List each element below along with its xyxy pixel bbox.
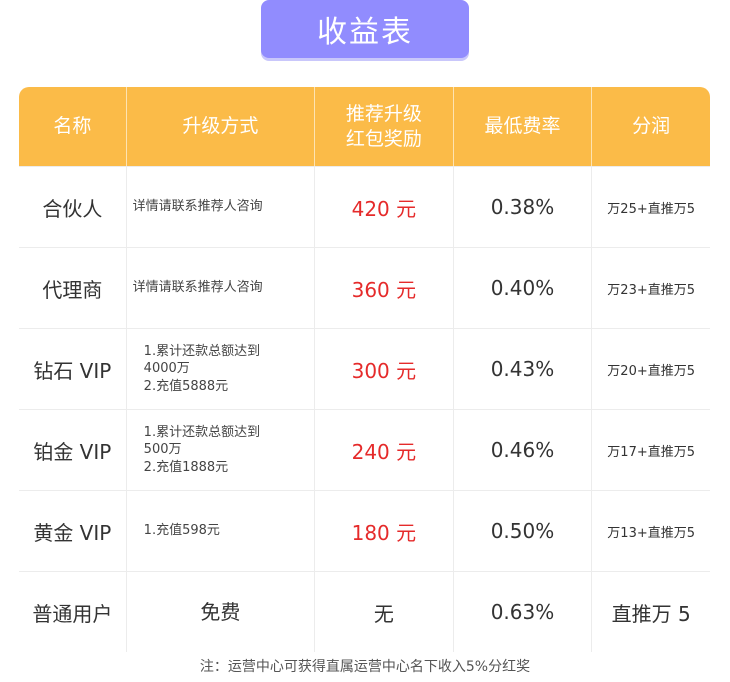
table-header-row: 名称 升级方式 推荐升级 红包奖励 最低费率 分润 <box>19 87 710 166</box>
earnings-table: 名称 升级方式 推荐升级 红包奖励 最低费率 分润 合伙人 详情请联系推荐人咨询 4… <box>19 87 710 652</box>
upgrade-method-lines: 1.累计还款总额达到 500万 2.充值1888元 <box>127 424 314 477</box>
header-name: 名称 <box>19 87 127 166</box>
upgrade-method-line: 1.累计还款总额达到 <box>143 343 261 359</box>
profit-share: 万25+直推万5 <box>592 166 710 247</box>
footnote: 注：运营中心可获得直属运营中心名下收入5%分红奖 <box>199 659 531 675</box>
upgrade-method-line: 2.充值5888元 <box>143 378 229 394</box>
upgrade-method: 免费 <box>126 571 316 652</box>
upgrade-method-line: 1.充值598元 <box>143 523 220 539</box>
tier-name: 黄金 VIP <box>19 490 127 571</box>
upgrade-method-lines: 1.累计还款总额达到 4000万 2.充值5888元 <box>127 343 314 396</box>
upgrade-method-lines: 1.充值598元 <box>127 522 314 540</box>
table-row: 铂金 VIP 1.累计还款总额达到 500万 2.充值1888元 240 元 0.46% 万… <box>19 409 710 490</box>
table-row: 普通用户 免费 无 0.63% 直推万 5 <box>19 571 710 652</box>
upgrade-method-line: 详情请联系推荐人咨询 <box>132 199 263 215</box>
referral-reward: 420 元 <box>315 166 454 247</box>
referral-reward: 180 元 <box>315 490 454 571</box>
upgrade-method: 详情请联系推荐人咨询 <box>126 247 316 328</box>
tier-name: 代理商 <box>19 247 127 328</box>
upgrade-method-lines: 免费 <box>127 599 314 626</box>
header-profit-share: 分润 <box>592 87 710 166</box>
tier-name: 钻石 VIP <box>19 328 127 409</box>
tier-name: 普通用户 <box>19 571 127 652</box>
header-referral-reward-line1: 推荐升级 <box>345 102 422 125</box>
min-rate: 0.40% <box>453 247 593 328</box>
upgrade-method: 详情请联系推荐人咨询 <box>126 166 316 247</box>
referral-reward: 无 <box>315 571 454 652</box>
upgrade-method: 1.累计还款总额达到 500万 2.充值1888元 <box>126 409 316 490</box>
upgrade-method-line: 4000万 <box>143 361 190 377</box>
profit-share: 直推万 5 <box>592 571 710 652</box>
min-rate: 0.38% <box>453 166 593 247</box>
table-row: 钻石 VIP 1.累计还款总额达到 4000万 2.充值5888元 300 元 0.43%… <box>19 328 710 409</box>
upgrade-method: 1.充值598元 <box>126 490 316 571</box>
profit-share: 万13+直推万5 <box>592 490 710 571</box>
profit-share: 万23+直推万5 <box>592 247 710 328</box>
min-rate: 0.46% <box>453 409 593 490</box>
upgrade-method-line: 详情请联系推荐人咨询 <box>132 280 263 296</box>
min-rate: 0.50% <box>453 490 593 571</box>
upgrade-method-lines: 详情请联系推荐人咨询 <box>127 279 314 297</box>
tier-name: 铂金 VIP <box>19 409 127 490</box>
header-min-rate: 最低费率 <box>453 87 593 166</box>
upgrade-method-lines: 详情请联系推荐人咨询 <box>127 198 314 216</box>
upgrade-method: 1.累计还款总额达到 4000万 2.充值5888元 <box>126 328 316 409</box>
upgrade-method-line: 500万 <box>143 442 182 458</box>
table-row: 合伙人 详情请联系推荐人咨询 420 元 0.38% 万25+直推万5 <box>19 166 710 247</box>
header-referral-reward-line2: 红包奖励 <box>345 127 422 150</box>
upgrade-method-line: 1.累计还款总额达到 <box>143 424 261 440</box>
title-area: 收益表 <box>0 0 730 62</box>
header-upgrade-method: 升级方式 <box>126 87 316 166</box>
referral-reward: 360 元 <box>315 247 454 328</box>
page-title: 收益表 <box>261 0 469 58</box>
table-row: 代理商 详情请联系推荐人咨询 360 元 0.40% 万23+直推万5 <box>19 247 710 328</box>
referral-reward: 240 元 <box>315 409 454 490</box>
profit-share: 万17+直推万5 <box>592 409 710 490</box>
upgrade-method-line: 2.充值1888元 <box>143 459 229 475</box>
min-rate: 0.63% <box>453 571 593 652</box>
referral-reward: 300 元 <box>315 328 454 409</box>
upgrade-method-line: 免费 <box>200 599 241 624</box>
min-rate: 0.43% <box>453 328 593 409</box>
profit-share: 万20+直推万5 <box>592 328 710 409</box>
table-row: 黄金 VIP 1.充值598元 180 元 0.50% 万13+直推万5 <box>19 490 710 571</box>
tier-name: 合伙人 <box>19 166 127 247</box>
header-referral-reward: 推荐升级 红包奖励 <box>315 87 454 166</box>
